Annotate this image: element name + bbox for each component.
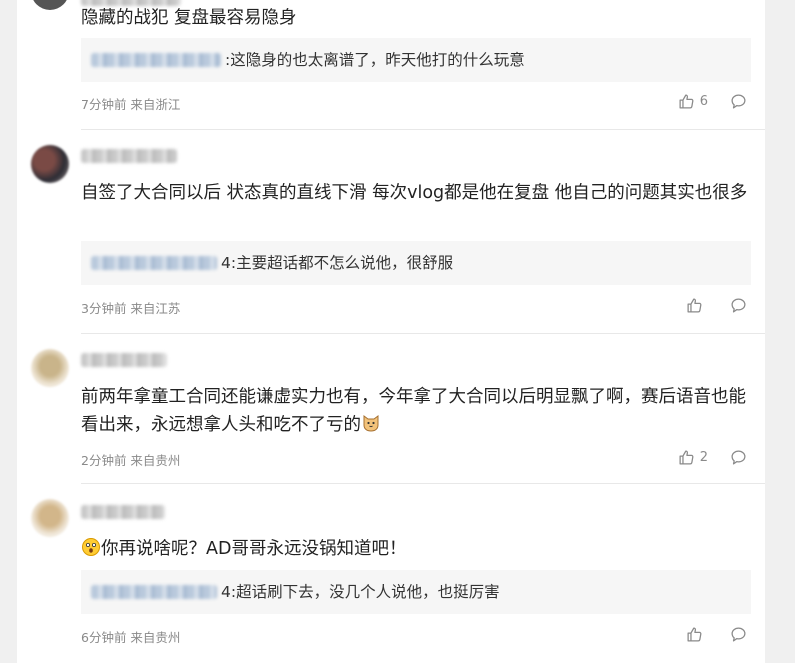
avatar[interactable] [31, 0, 69, 10]
comment-actions [686, 297, 747, 314]
like-count: 2 [699, 450, 708, 465]
reply-preview[interactable]: 4:主要超话都不怎么说他，很舒服 [81, 241, 751, 285]
divider [81, 333, 765, 334]
username-blurred[interactable] [81, 353, 167, 367]
username-blurred[interactable] [81, 149, 177, 163]
divider [81, 129, 765, 130]
reply-preview[interactable]: :这隐身的也太离谱了，昨天他打的什么玩意 [81, 38, 751, 82]
comment-actions: 2 [678, 449, 747, 466]
avatar[interactable] [31, 145, 69, 183]
comment-meta: 7分钟前 来自浙江 [81, 97, 181, 112]
comment-text-content: 你再说啥呢？AD哥哥永远没锅知道吧！ [101, 539, 407, 559]
thumbs-up-icon [678, 449, 695, 466]
reply-bubble-icon[interactable] [730, 93, 747, 110]
reply-bubble-icon[interactable] [730, 626, 747, 643]
reply-text: :这隐身的也太离谱了，昨天他打的什么玩意 [225, 51, 525, 69]
username-blurred[interactable] [81, 505, 165, 519]
reply-text: 4:超话刷下去，没几个人说他，也挺厉害 [221, 583, 500, 601]
cat-face-emoji-icon [361, 413, 381, 442]
astonished-face-emoji-icon [81, 537, 101, 566]
reply-text: 4:主要超话都不怎么说他，很舒服 [221, 254, 454, 272]
comment-meta: 6分钟前 来自贵州 [81, 630, 181, 645]
reply-username-blurred[interactable] [91, 256, 217, 270]
comment-panel: 隐藏的战犯 复盘最容易隐身 :这隐身的也太离谱了，昨天他打的什么玩意 7分钟前 … [17, 0, 765, 663]
comment-meta: 3分钟前 来自江苏 [81, 301, 181, 316]
like-button[interactable]: 6 [678, 93, 708, 110]
like-button[interactable] [686, 626, 708, 643]
thumbs-up-icon [686, 297, 703, 314]
comment-actions [686, 626, 747, 643]
avatar[interactable] [31, 349, 69, 387]
reply-bubble-icon[interactable] [730, 449, 747, 466]
comment-text: 自签了大合同以后 状态真的直线下滑 每次vlog都是他在复盘 他自己的问题其实也… [81, 183, 748, 203]
comment-text-content: 前两年拿童工合同还能谦虚实力也有，今年拿了大合同以后明显飘了啊，赛后语音也能看出… [81, 387, 746, 435]
thumbs-up-icon [678, 93, 695, 110]
comment-actions: 6 [678, 93, 747, 110]
like-button[interactable]: 2 [678, 449, 708, 466]
reply-username-blurred[interactable] [91, 53, 221, 67]
divider [81, 483, 765, 484]
reply-username-blurred[interactable] [91, 585, 217, 599]
like-count: 6 [699, 94, 708, 109]
reply-bubble-icon[interactable] [730, 297, 747, 314]
comment-text: 前两年拿童工合同还能谦虚实力也有，今年拿了大合同以后明显飘了啊，赛后语音也能看出… [81, 383, 751, 442]
like-button[interactable] [686, 297, 708, 314]
comment-text: 隐藏的战犯 复盘最容易隐身 [81, 8, 297, 28]
comment-meta: 2分钟前 来自贵州 [81, 453, 181, 468]
reply-preview[interactable]: 4:超话刷下去，没几个人说他，也挺厉害 [81, 570, 751, 614]
avatar[interactable] [31, 499, 69, 537]
comment-text: 你再说啥呢？AD哥哥永远没锅知道吧！ [81, 535, 751, 566]
thumbs-up-icon [686, 626, 703, 643]
